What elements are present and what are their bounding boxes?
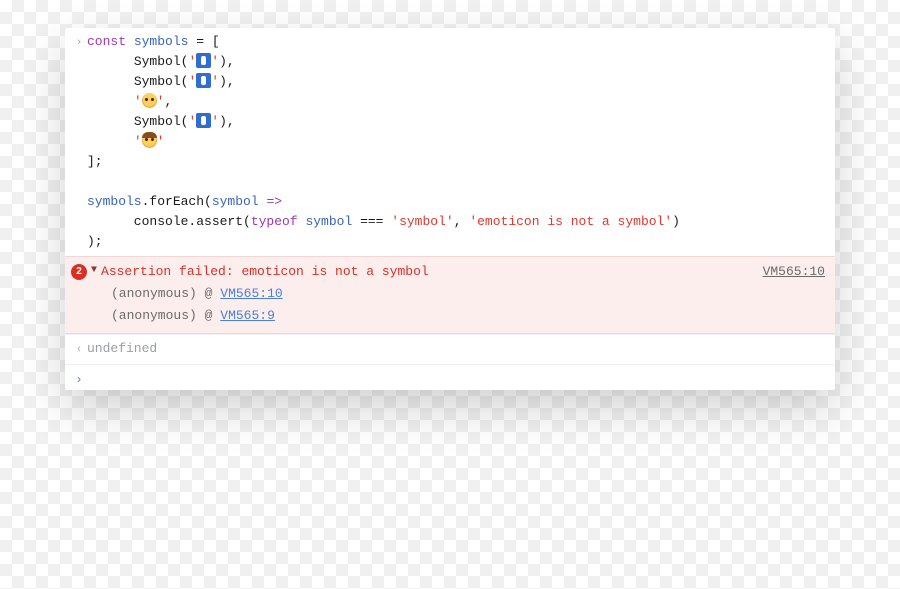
disclosure-triangle-icon[interactable]: ▼ (91, 260, 97, 282)
stack-frame-link[interactable]: VM565:10 (220, 286, 282, 301)
console-prompt-row[interactable]: › (65, 364, 835, 390)
stack-frame-label: (anonymous) (111, 308, 197, 323)
console-panel: › const symbols = [ Symbol(''), Symbol('… (65, 28, 835, 390)
console-input-row: › const symbols = [ Symbol(''), Symbol('… (65, 28, 835, 256)
prompt-chevron-icon: › (71, 369, 87, 390)
emoji-mens-room-icon (196, 73, 211, 88)
emoji-womens-room-icon (196, 113, 211, 128)
error-message: Assertion failed: emoticon is not a symb… (101, 261, 759, 283)
error-header[interactable]: 2 ▼ Assertion failed: emoticon is not a … (71, 261, 825, 283)
output-chevron-icon: ‹ (71, 339, 87, 360)
token-keyword: const (87, 34, 126, 49)
emoji-woman-icon (142, 133, 157, 148)
stack-frame-link[interactable]: VM565:9 (220, 308, 275, 323)
console-error-group: 2 ▼ Assertion failed: emoticon is not a … (65, 256, 835, 334)
result-value: undefined (87, 339, 827, 359)
token-identifier: symbols (134, 34, 189, 49)
stack-frame: (anonymous) @ VM565:10 (71, 283, 825, 305)
input-chevron-icon: › (71, 32, 87, 53)
error-count-badge: 2 (71, 264, 87, 280)
error-source-link[interactable]: VM565:10 (763, 261, 825, 283)
emoji-boy-icon (142, 93, 157, 108)
entered-code: const symbols = [ Symbol(''), Symbol('')… (87, 32, 827, 252)
stack-frame-label: (anonymous) (111, 286, 197, 301)
emoji-womens-room-icon (196, 53, 211, 68)
stack-frame: (anonymous) @ VM565:9 (71, 305, 825, 327)
console-result-row: ‹ undefined (65, 334, 835, 364)
